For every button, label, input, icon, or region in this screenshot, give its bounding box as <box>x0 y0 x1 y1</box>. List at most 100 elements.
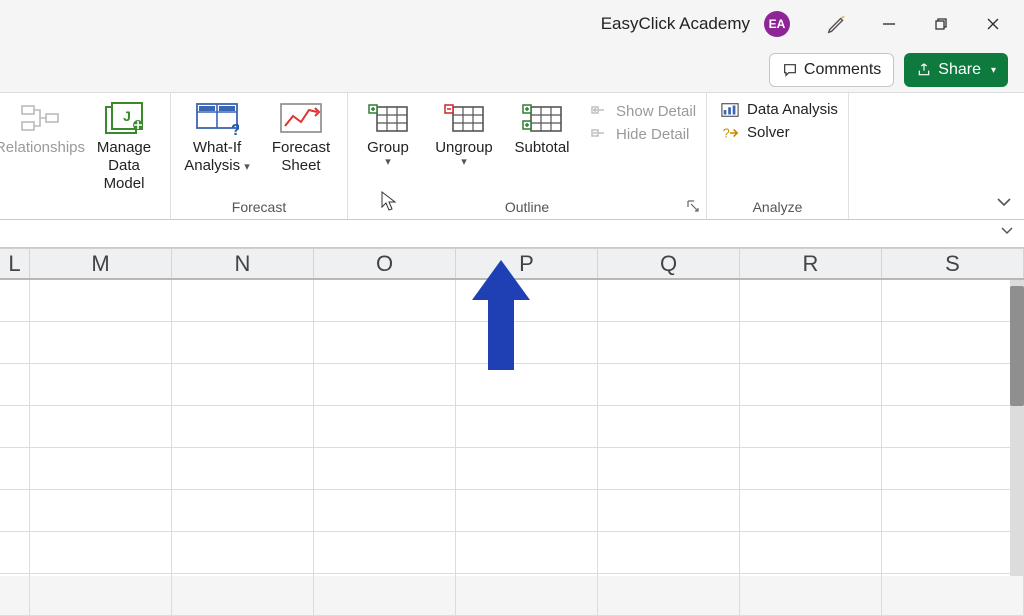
col-header-P[interactable]: P <box>456 249 598 278</box>
formula-bar[interactable] <box>0 220 1024 248</box>
forecast-sheet-icon <box>279 101 323 137</box>
cell[interactable] <box>0 364 30 406</box>
spreadsheet-grid[interactable] <box>0 280 1024 576</box>
cell[interactable] <box>740 406 882 448</box>
cell[interactable] <box>0 490 30 532</box>
cell[interactable] <box>314 448 456 490</box>
cell[interactable] <box>598 574 740 616</box>
cell[interactable] <box>740 322 882 364</box>
cell[interactable] <box>740 532 882 574</box>
show-detail-button[interactable]: Show Detail <box>590 103 696 120</box>
cell[interactable] <box>30 280 172 322</box>
cell[interactable] <box>172 280 314 322</box>
col-header-N[interactable]: N <box>172 249 314 278</box>
cell[interactable] <box>314 406 456 448</box>
user-avatar[interactable]: EA <box>764 11 790 37</box>
share-button[interactable]: Share ▾ <box>904 53 1008 87</box>
cell[interactable] <box>30 574 172 616</box>
cell[interactable] <box>0 448 30 490</box>
col-header-S[interactable]: S <box>882 249 1024 278</box>
hide-detail-button[interactable]: Hide Detail <box>590 126 696 143</box>
cell[interactable] <box>0 574 30 616</box>
cell[interactable] <box>456 364 598 406</box>
cell[interactable] <box>0 532 30 574</box>
col-header-O[interactable]: O <box>314 249 456 278</box>
cell[interactable] <box>0 322 30 364</box>
cell[interactable] <box>740 490 882 532</box>
relationships-button[interactable]: Relationships <box>4 99 76 157</box>
cell[interactable] <box>598 364 740 406</box>
cell[interactable] <box>456 532 598 574</box>
cell[interactable] <box>740 574 882 616</box>
cell[interactable] <box>456 490 598 532</box>
cell[interactable] <box>740 448 882 490</box>
formula-bar-expand[interactable] <box>1000 225 1014 240</box>
cell[interactable] <box>882 490 1024 532</box>
cell[interactable] <box>456 406 598 448</box>
mode-pen-button[interactable] <box>814 4 860 44</box>
cell[interactable] <box>172 364 314 406</box>
cell[interactable] <box>456 574 598 616</box>
cell[interactable] <box>172 532 314 574</box>
ribbon-collapse-button[interactable] <box>996 196 1012 211</box>
minimize-icon <box>882 17 896 31</box>
col-header-M[interactable]: M <box>30 249 172 278</box>
vertical-scrollbar[interactable] <box>1010 280 1024 576</box>
window-restore-button[interactable] <box>918 4 964 44</box>
cell[interactable] <box>882 280 1024 322</box>
cell[interactable] <box>456 322 598 364</box>
scrollbar-thumb[interactable] <box>1010 286 1024 406</box>
cell[interactable] <box>882 448 1024 490</box>
comments-button[interactable]: Comments <box>769 53 894 87</box>
cell[interactable] <box>598 490 740 532</box>
cell[interactable] <box>30 490 172 532</box>
cell[interactable] <box>882 322 1024 364</box>
cell[interactable] <box>30 532 172 574</box>
cell[interactable] <box>172 406 314 448</box>
cell[interactable] <box>456 448 598 490</box>
cell[interactable] <box>882 532 1024 574</box>
whatif-analysis-button[interactable]: ? What-If Analysis ▾ <box>181 99 253 175</box>
cell[interactable] <box>740 364 882 406</box>
subtotal-button[interactable]: Subtotal <box>510 99 574 157</box>
cell[interactable] <box>30 448 172 490</box>
cell[interactable] <box>456 280 598 322</box>
window-close-button[interactable] <box>970 4 1016 44</box>
col-header-R[interactable]: R <box>740 249 882 278</box>
group-button[interactable]: Group ▾ <box>358 99 418 168</box>
cell[interactable] <box>30 322 172 364</box>
cell[interactable] <box>314 574 456 616</box>
cell[interactable] <box>172 574 314 616</box>
outline-dialog-launcher[interactable] <box>686 199 700 213</box>
cell[interactable] <box>598 280 740 322</box>
cell[interactable] <box>314 364 456 406</box>
cell[interactable] <box>882 574 1024 616</box>
cell[interactable] <box>314 322 456 364</box>
cell[interactable] <box>0 406 30 448</box>
ungroup-button[interactable]: Ungroup ▾ <box>430 99 498 168</box>
forecast-sheet-button[interactable]: Forecast Sheet <box>265 99 337 175</box>
cell[interactable] <box>314 532 456 574</box>
data-analysis-button[interactable]: Data Analysis <box>721 101 838 118</box>
cell[interactable] <box>598 448 740 490</box>
cell[interactable] <box>314 280 456 322</box>
chevron-down-icon <box>1000 225 1014 237</box>
cell[interactable] <box>598 406 740 448</box>
col-header-Q[interactable]: Q <box>598 249 740 278</box>
cell[interactable] <box>172 448 314 490</box>
col-header-partial[interactable]: L <box>0 249 30 278</box>
window-minimize-button[interactable] <box>866 4 912 44</box>
cell[interactable] <box>882 364 1024 406</box>
manage-data-model-button[interactable]: J Manage Data Model <box>88 99 160 193</box>
cell[interactable] <box>598 532 740 574</box>
cell[interactable] <box>882 406 1024 448</box>
cell[interactable] <box>172 490 314 532</box>
cell[interactable] <box>0 280 30 322</box>
solver-button[interactable]: ? Solver <box>721 124 838 141</box>
cell[interactable] <box>30 364 172 406</box>
cell[interactable] <box>30 406 172 448</box>
cell[interactable] <box>598 322 740 364</box>
cell[interactable] <box>172 322 314 364</box>
cell[interactable] <box>314 490 456 532</box>
cell[interactable] <box>740 280 882 322</box>
